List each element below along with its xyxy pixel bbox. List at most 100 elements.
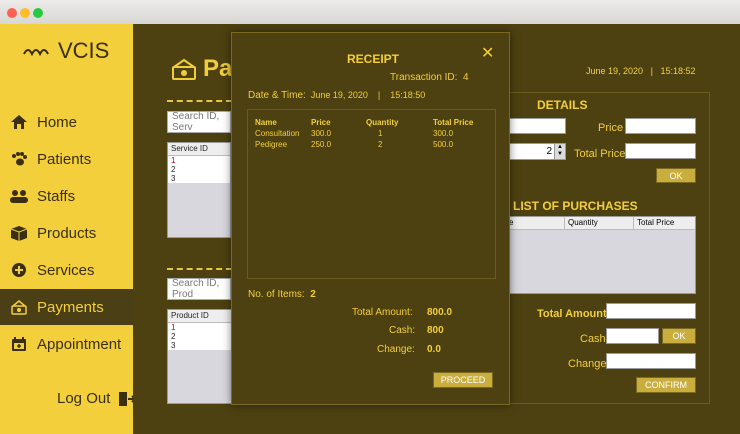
- column-header: Name: [255, 118, 277, 127]
- maximize-window-dot[interactable]: [33, 8, 43, 18]
- sidebar-item-patients[interactable]: Patients: [0, 141, 133, 177]
- service-table: Service ID 1 2 3: [167, 142, 231, 238]
- table-row[interactable]: 1: [168, 156, 230, 165]
- home-icon: [7, 114, 31, 130]
- logo-icon: [23, 49, 49, 57]
- transaction-id: Transaction ID: 4: [390, 72, 469, 83]
- table-header: Service ID: [168, 143, 230, 156]
- users-icon: [7, 188, 31, 204]
- close-window-dot[interactable]: [7, 8, 17, 18]
- item-quantity: 1: [378, 129, 383, 138]
- cash-ok-button[interactable]: OK: [662, 328, 696, 344]
- sidebar-item-label: Patients: [37, 150, 92, 168]
- header-datetime: June 19, 2020 | 15:18:52: [586, 66, 695, 76]
- sidebar-item-label: Staffs: [37, 187, 76, 205]
- table-row[interactable]: 2: [168, 165, 230, 174]
- cash-register-icon: [7, 299, 31, 315]
- minimize-window-dot[interactable]: [20, 8, 30, 18]
- change-value: 0.0: [427, 344, 441, 355]
- datetime-separator: |: [650, 66, 653, 76]
- item-count: No. of Items: 2: [248, 289, 316, 300]
- purchases-table: e Quantity Total Price: [505, 216, 696, 294]
- logout-label: Log Out: [57, 390, 111, 407]
- receipt-datetime: Date & Time: June 19, 2020 | 15:18:50: [248, 90, 425, 101]
- table-row[interactable]: 3: [168, 174, 230, 183]
- table-header: e Quantity Total Price: [506, 217, 695, 230]
- column-header: Price: [311, 118, 331, 127]
- window-titlebar: [0, 0, 740, 25]
- section-divider: [167, 100, 232, 102]
- transaction-label: Transaction ID:: [390, 72, 458, 83]
- service-search-input[interactable]: Search ID, Serv: [167, 111, 231, 133]
- sidebar-item-staffs[interactable]: Staffs: [0, 178, 133, 214]
- section-divider: [167, 268, 232, 270]
- column-header[interactable]: Total Price: [634, 217, 674, 229]
- search-placeholder: Search ID, Serv: [172, 111, 220, 133]
- total-amount-field: [606, 303, 696, 319]
- logo-text: VCIS: [58, 38, 110, 63]
- column-header: Total Price: [433, 118, 474, 127]
- logout-button[interactable]: Log Out: [57, 390, 137, 407]
- item-total: 500.0: [433, 140, 454, 149]
- sidebar-item-label: Appointment: [37, 335, 122, 353]
- total-amount-label: Total Amount: [537, 308, 607, 320]
- app-logo: VCIS: [22, 38, 109, 64]
- close-icon[interactable]: ✕: [481, 46, 494, 62]
- price-label: Price: [598, 122, 624, 134]
- box-icon: [7, 225, 31, 241]
- cash-label: Cash:: [389, 325, 416, 336]
- receipt-date: June 19, 2020: [310, 90, 368, 100]
- plus-circle-icon: [7, 262, 31, 278]
- change-label: Change: [568, 358, 607, 370]
- item-total: 300.0: [433, 129, 454, 138]
- receipt-dialog: RECEIPT ✕ Transaction ID: 4 Date & Time:…: [231, 32, 510, 405]
- sidebar-item-home[interactable]: Home: [0, 104, 133, 140]
- total-amount-value: 800.0: [427, 307, 453, 318]
- change-label: Change:: [377, 344, 415, 355]
- confirm-button[interactable]: CONFIRM: [636, 377, 696, 393]
- receipt-title: RECEIPT: [347, 52, 400, 66]
- item-name: Pedigree: [255, 140, 288, 149]
- change-field: [606, 353, 696, 369]
- column-header[interactable]: e: [506, 217, 565, 229]
- cash-field[interactable]: [606, 328, 659, 344]
- sidebar-item-label: Products: [37, 224, 97, 242]
- quantity-stepper[interactable]: 2 ▲ ▼: [508, 143, 566, 160]
- sidebar-item-services[interactable]: Services: [0, 252, 133, 288]
- transaction-value: 4: [463, 72, 469, 83]
- quantity-value: 2: [546, 146, 552, 157]
- cash-value: 800: [427, 325, 444, 336]
- sidebar-item-appointment[interactable]: Appointment: [0, 326, 133, 362]
- item-count-label: No. of Items:: [248, 289, 305, 300]
- service-name-field[interactable]: [505, 118, 566, 134]
- datetime-separator: |: [377, 90, 381, 100]
- item-quantity: 2: [378, 140, 383, 149]
- cash-label: Cash: [580, 333, 606, 345]
- total-price-field[interactable]: [625, 143, 696, 159]
- stepper-arrows-icon[interactable]: ▲ ▼: [554, 144, 565, 159]
- sidebar-item-payments[interactable]: Payments: [0, 289, 133, 325]
- column-header: Quantity: [366, 118, 399, 127]
- column-header[interactable]: Quantity: [565, 217, 634, 229]
- item-price: 300.0: [311, 129, 332, 138]
- item-count-value: 2: [310, 289, 316, 300]
- price-field[interactable]: [625, 118, 696, 134]
- ok-button[interactable]: OK: [656, 168, 696, 183]
- search-placeholder: Search ID, Prod: [172, 278, 220, 300]
- item-name: Consultation: [255, 129, 300, 138]
- details-title: DETAILS: [537, 98, 588, 112]
- item-price: 250.0: [311, 140, 332, 149]
- product-search-input[interactable]: Search ID, Prod: [167, 278, 231, 300]
- datetime-label: Date & Time:: [248, 90, 306, 101]
- sidebar-item-label: Payments: [37, 298, 104, 316]
- sidebar-item-label: Services: [37, 261, 95, 279]
- proceed-button[interactable]: PROCEED: [433, 372, 493, 388]
- sidebar-item-products[interactable]: Products: [0, 215, 133, 251]
- header-time: 15:18:52: [660, 66, 696, 76]
- receipt-items-table: Name Price Quantity Total Price Consulta…: [247, 109, 496, 279]
- sidebar-item-label: Home: [37, 113, 78, 131]
- header-date: June 19, 2020: [586, 66, 644, 76]
- paw-icon: [7, 151, 31, 167]
- cash-register-icon: [172, 58, 196, 80]
- total-price-label: Total Price: [574, 148, 626, 160]
